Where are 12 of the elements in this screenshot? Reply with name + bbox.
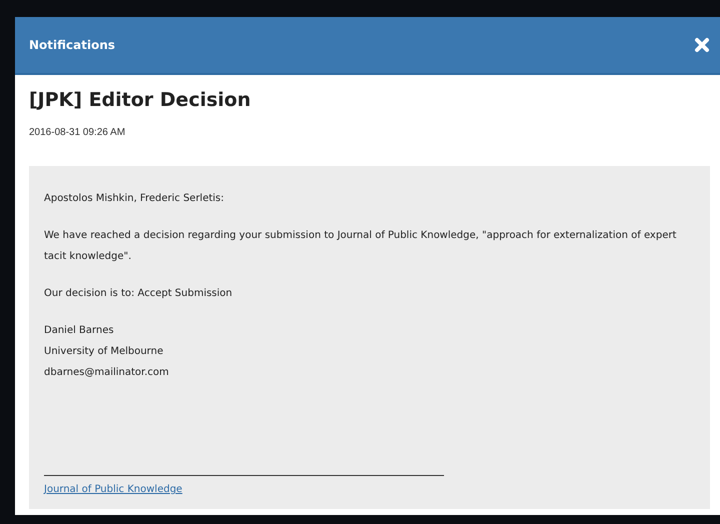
message-text: Apostolos Mishkin, Frederic Serletis: [44,192,226,206]
message-text: We have reached a decision regarding your submission to Journal of Public Knowledge, "approach for externalization of expert tacit knowledge". [44,229,678,264]
message-text: Our decision is to: Accept Submission [44,287,234,301]
journal-link[interactable]: Journal of Public Knowledge [44,484,695,495]
notification-date: 2016-08-31 09:26 AM [29,127,126,138]
close-icon [694,37,710,53]
message-text: dbarnes@mailinator.com [44,366,170,380]
close-button[interactable] [694,37,710,53]
message-text: University of Melbourne [44,345,164,359]
message-text: Daniel Barnes [44,324,115,338]
dialog-title: Notifications [29,38,116,52]
notification-subject: [JPK] Editor Decision [29,89,252,111]
